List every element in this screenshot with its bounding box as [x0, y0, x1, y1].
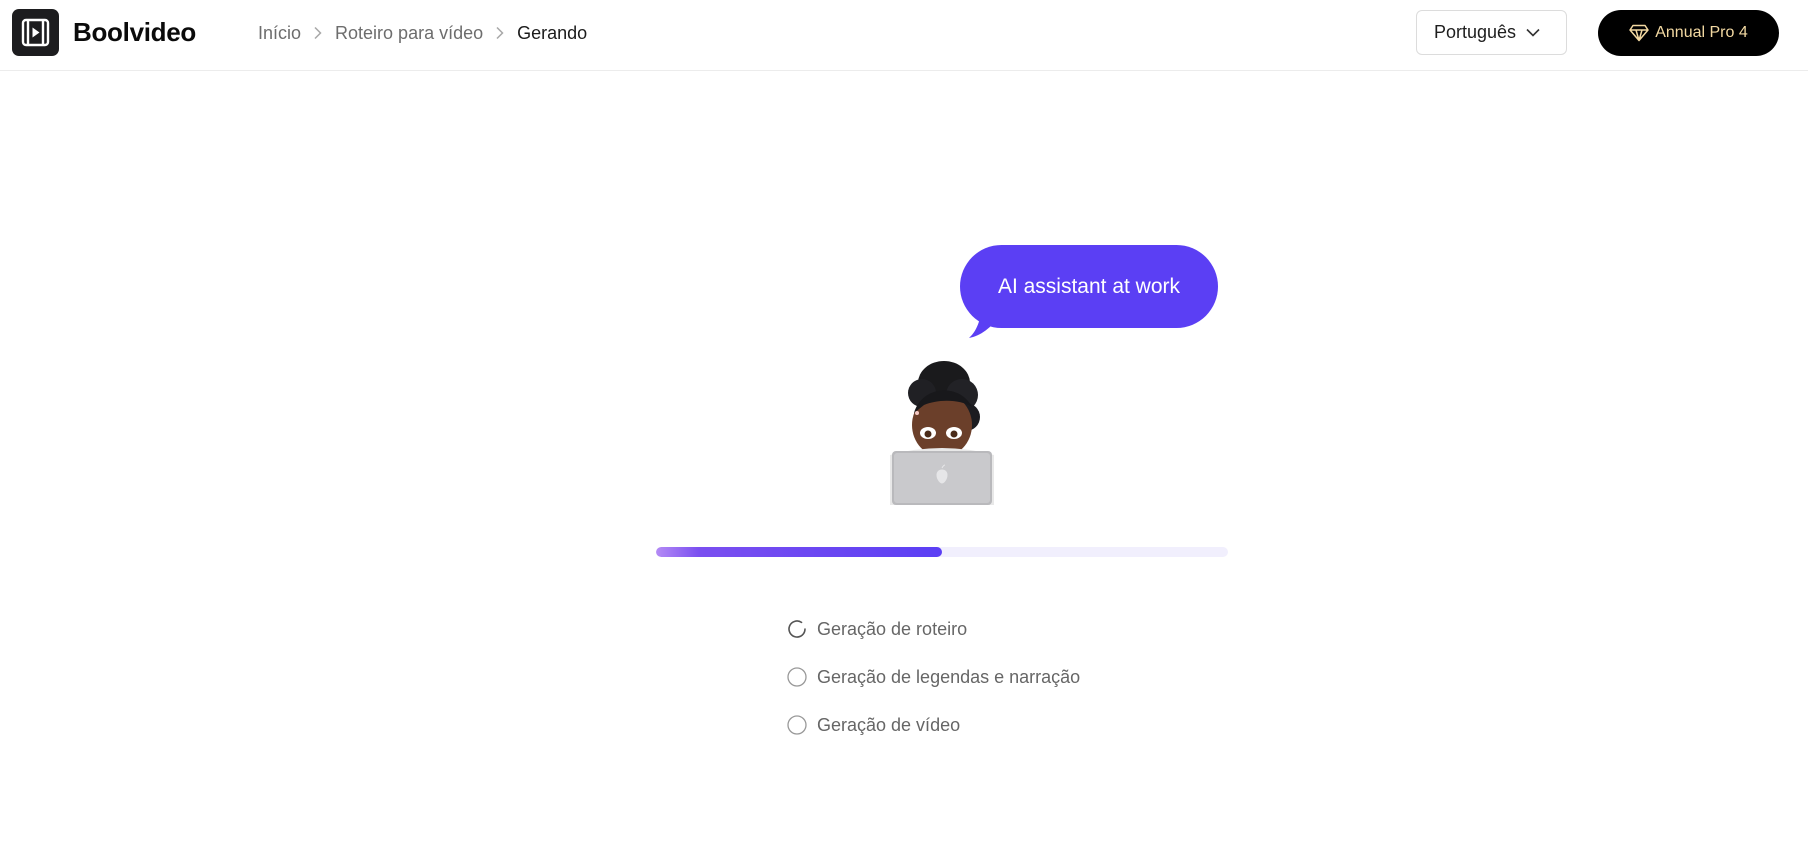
- step-script-generation: Geração de roteiro: [786, 614, 1080, 644]
- step-label: Geração de vídeo: [817, 714, 961, 735]
- breadcrumb-current: Gerando: [517, 22, 588, 43]
- chevron-right-icon: [301, 26, 335, 40]
- breadcrumb: Início Roteiro para vídeo Gerando: [258, 20, 587, 46]
- gem-icon: [1629, 24, 1649, 42]
- progress-fill: [656, 547, 942, 557]
- circle-icon: [786, 714, 808, 736]
- language-label: Português: [1434, 22, 1517, 42]
- speech-bubble-text: AI assistant at work: [997, 274, 1181, 298]
- avatar-with-laptop-illustration: [890, 361, 994, 505]
- brand-name[interactable]: Boolvideo: [73, 14, 196, 50]
- chevron-right-icon: [483, 26, 517, 40]
- speech-bubble: AI assistant at work: [960, 245, 1218, 328]
- step-video-generation: Geração de vídeo: [786, 710, 1080, 740]
- language-select[interactable]: Português: [1416, 10, 1567, 55]
- step-subtitles-narration: Geração de legendas e narração: [786, 662, 1080, 692]
- generation-steps: Geração de roteiro Geração de legendas e…: [786, 614, 1080, 758]
- top-bar: Boolvideo Início Roteiro para vídeo Gera…: [0, 0, 1808, 71]
- chevron-down-icon: [1526, 28, 1540, 37]
- breadcrumb-home[interactable]: Início: [258, 23, 301, 44]
- breadcrumb-script-to-video[interactable]: Roteiro para vídeo: [335, 23, 483, 44]
- step-label: Geração de legendas e narração: [817, 666, 1081, 687]
- spinner-icon: [786, 618, 808, 640]
- step-label: Geração de roteiro: [817, 618, 968, 639]
- plan-button[interactable]: Annual Pro 4: [1598, 10, 1779, 56]
- generation-progress-bar: [656, 547, 1228, 557]
- plan-label: Annual Pro 4: [1655, 24, 1748, 41]
- circle-icon: [786, 666, 808, 688]
- video-logo-icon[interactable]: [12, 9, 59, 56]
